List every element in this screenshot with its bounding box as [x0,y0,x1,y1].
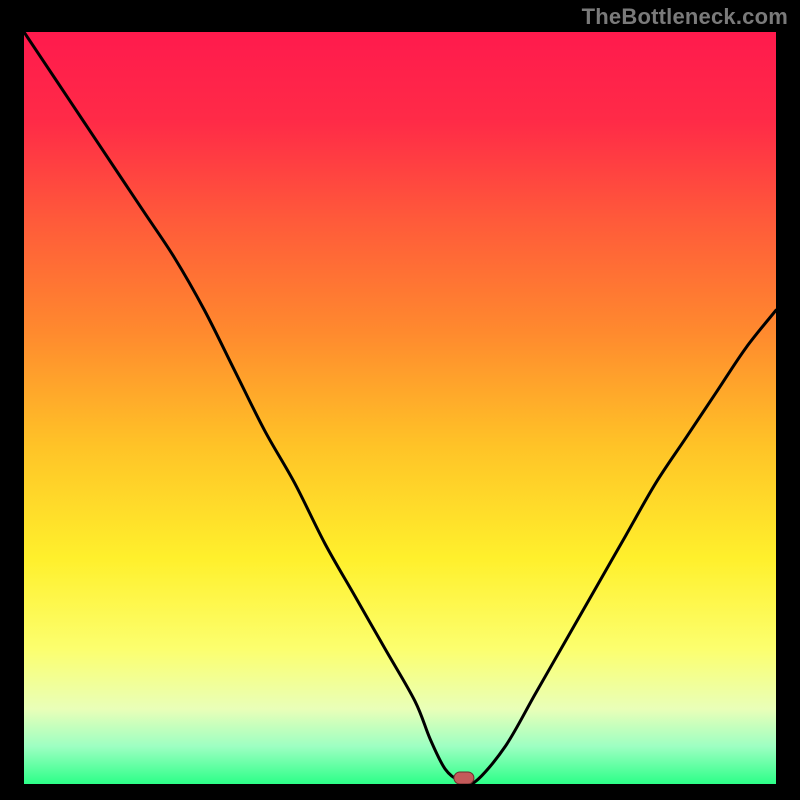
plot-area [24,32,776,784]
optimal-point-marker [454,772,474,784]
chart-frame: TheBottleneck.com [0,0,800,800]
bottleneck-chart [24,32,776,784]
watermark-text: TheBottleneck.com [582,4,788,30]
gradient-background [24,32,776,784]
